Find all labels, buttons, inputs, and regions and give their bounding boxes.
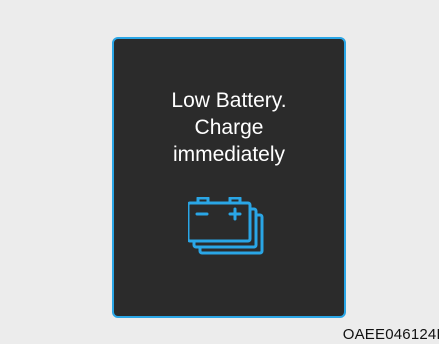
- battery-warning-icon: [188, 197, 264, 255]
- warning-line-2: Charge: [194, 116, 264, 139]
- warning-line-1: Low Battery.: [171, 89, 287, 112]
- page: { "warning": { "lines": ["Low Battery.",…: [0, 0, 439, 344]
- warning-message: Low Battery. Charge immediately: [114, 87, 344, 168]
- warning-line-3: immediately: [172, 143, 286, 166]
- image-code-caption: OAEE046124L: [342, 326, 439, 343]
- low-battery-warning-panel: Low Battery. Charge immediately: [112, 37, 346, 318]
